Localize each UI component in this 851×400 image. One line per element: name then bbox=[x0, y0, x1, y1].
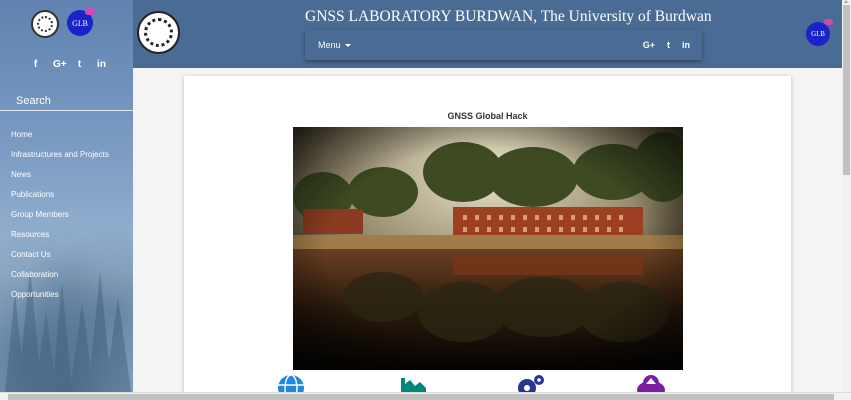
sidebar-logos: GI.B bbox=[31, 8, 95, 38]
header-social-links: G+ t in bbox=[643, 40, 690, 50]
gib-logo[interactable]: GI.B bbox=[806, 19, 833, 46]
gib-logo-text: GI.B bbox=[72, 18, 88, 28]
sidebar-item-publications[interactable]: Publications bbox=[11, 190, 109, 210]
twitter-icon[interactable]: t bbox=[75, 59, 84, 70]
chevron-down-icon bbox=[344, 44, 351, 48]
content-card: GNSS Global Hack bbox=[184, 76, 791, 400]
horizontal-scrollbar[interactable] bbox=[0, 392, 851, 400]
search-input[interactable]: Search bbox=[16, 95, 51, 107]
linkedin-icon[interactable]: in bbox=[682, 40, 690, 50]
sidebar-item-home[interactable]: Home bbox=[11, 130, 109, 150]
google-plus-icon[interactable]: G+ bbox=[643, 40, 655, 50]
menu-label: Menu bbox=[318, 40, 341, 50]
sidebar-social-links: f G+ t in bbox=[31, 59, 106, 70]
google-plus-icon[interactable]: G+ bbox=[53, 59, 67, 70]
sidebar-item-opportunities[interactable]: Opportunities bbox=[11, 290, 109, 310]
sidebar-item-collaboration[interactable]: Collaboration bbox=[11, 270, 109, 290]
sidebar: GI.B f G+ t in Search Home Infrastructur… bbox=[0, 0, 133, 392]
vertical-scrollbar[interactable] bbox=[842, 0, 851, 392]
university-seal-logo[interactable] bbox=[31, 10, 59, 38]
twitter-icon[interactable]: t bbox=[667, 40, 670, 50]
linkedin-icon[interactable]: in bbox=[97, 59, 106, 70]
vertical-scroll-thumb[interactable] bbox=[843, 5, 850, 175]
header: GNSS LABORATORY BURDWAN, The University … bbox=[133, 0, 842, 68]
sidebar-item-group-members[interactable]: Group Members bbox=[11, 210, 109, 230]
gib-logo[interactable]: GI.B bbox=[67, 8, 95, 36]
horizontal-scroll-thumb[interactable] bbox=[8, 394, 834, 400]
card-title: GNSS Global Hack bbox=[447, 111, 528, 121]
feature-icons-row bbox=[276, 374, 716, 400]
gib-logo-text: GI.B bbox=[811, 30, 825, 38]
scroll-up-icon[interactable] bbox=[844, 0, 848, 3]
sidebar-item-contact-us[interactable]: Contact Us bbox=[11, 250, 109, 270]
menu-dropdown-button[interactable]: Menu bbox=[318, 40, 351, 50]
sidebar-item-resources[interactable]: Resources bbox=[11, 230, 109, 250]
campus-photo-image bbox=[293, 127, 683, 370]
sidebar-nav: Home Infrastructures and Projects News P… bbox=[11, 130, 109, 310]
facebook-icon[interactable]: f bbox=[31, 59, 40, 70]
menu-bar: Menu G+ t in bbox=[305, 30, 702, 60]
search-underline bbox=[0, 110, 133, 111]
page-title: GNSS LABORATORY BURDWAN, The University … bbox=[305, 8, 712, 25]
university-seal-logo[interactable] bbox=[137, 11, 180, 54]
campus-photo bbox=[293, 127, 683, 370]
main-content: GNSS Global Hack bbox=[133, 68, 842, 400]
sidebar-item-news[interactable]: News bbox=[11, 170, 109, 190]
sidebar-item-infrastructures[interactable]: Infrastructures and Projects bbox=[11, 150, 109, 170]
